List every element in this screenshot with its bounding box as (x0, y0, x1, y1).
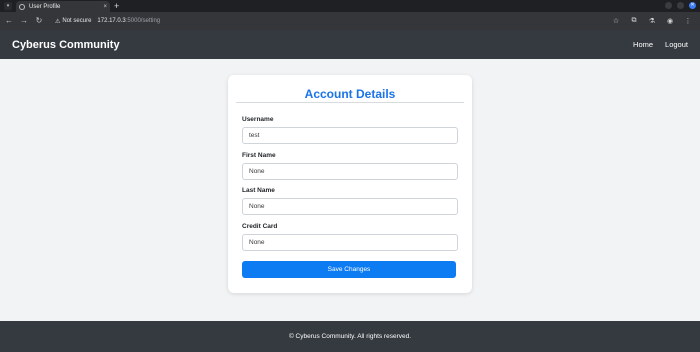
minimize-button[interactable] (665, 2, 672, 9)
tab-search-button[interactable]: ▾ (2, 0, 14, 12)
nav-home-link[interactable]: Home (633, 40, 653, 49)
browser-tab[interactable]: User Profile × (16, 1, 110, 12)
chevron-down-icon: ▾ (4, 2, 12, 10)
window-controls: ✕ (665, 2, 696, 9)
username-field[interactable] (242, 127, 458, 144)
more-menu-icon[interactable]: ⋮ (684, 17, 692, 25)
account-details-card: Account Details Username First Name Last… (228, 75, 472, 293)
lab-flask-icon[interactable]: ⚗ (648, 17, 656, 25)
star-icon[interactable]: ☆ (612, 17, 620, 25)
maximize-button[interactable] (677, 2, 684, 9)
credit-card-field[interactable] (242, 234, 458, 251)
globe-icon (19, 3, 25, 10)
title-divider (236, 102, 464, 103)
tab-close-icon[interactable]: × (103, 4, 107, 10)
address-bar[interactable]: ⚠ Not secure 172.17.0.3 :5000/setting (51, 15, 612, 28)
browser-tab-strip: ▾ User Profile × + ✕ (0, 0, 700, 12)
last-name-field[interactable] (242, 198, 458, 215)
reload-icon[interactable]: ↻ (33, 15, 45, 27)
toolbar-actions: ☆ ⧉ ⚗ ◉ ⋮ (612, 17, 692, 25)
close-window-button[interactable]: ✕ (689, 2, 696, 9)
last-name-label: Last Name (242, 187, 275, 194)
extensions-icon[interactable]: ⧉ (630, 17, 638, 25)
tab-title: User Profile (29, 3, 61, 10)
profile-icon[interactable]: ◉ (666, 17, 674, 25)
security-status: Not secure (62, 18, 92, 24)
warning-icon: ⚠ (55, 18, 61, 25)
username-label: Username (242, 116, 274, 123)
footer-copyright: © Cyberus Community. All rights reserved… (288, 333, 412, 340)
url-host: 172.17.0.3 (97, 18, 126, 24)
url-path: :5000/setting (125, 18, 161, 24)
browser-toolbar: ← → ↻ ⚠ Not secure 172.17.0.3 :5000/sett… (0, 12, 700, 30)
forward-arrow-icon[interactable]: → (18, 15, 30, 27)
back-arrow-icon[interactable]: ← (3, 15, 15, 27)
first-name-label: First Name (242, 152, 276, 159)
site-footer: © Cyberus Community. All rights reserved… (0, 321, 700, 352)
page-title: Account Details (304, 87, 396, 101)
site-brand[interactable]: Cyberus Community (12, 39, 120, 51)
first-name-field[interactable] (242, 163, 458, 180)
save-changes-button[interactable]: Save Changes (242, 261, 456, 278)
site-navbar: Cyberus Community Home Logout (0, 30, 700, 59)
nav-links: Home Logout (633, 40, 688, 49)
credit-card-label: Credit Card (242, 223, 278, 230)
new-tab-button[interactable]: + (114, 1, 119, 12)
nav-logout-link[interactable]: Logout (665, 40, 688, 49)
